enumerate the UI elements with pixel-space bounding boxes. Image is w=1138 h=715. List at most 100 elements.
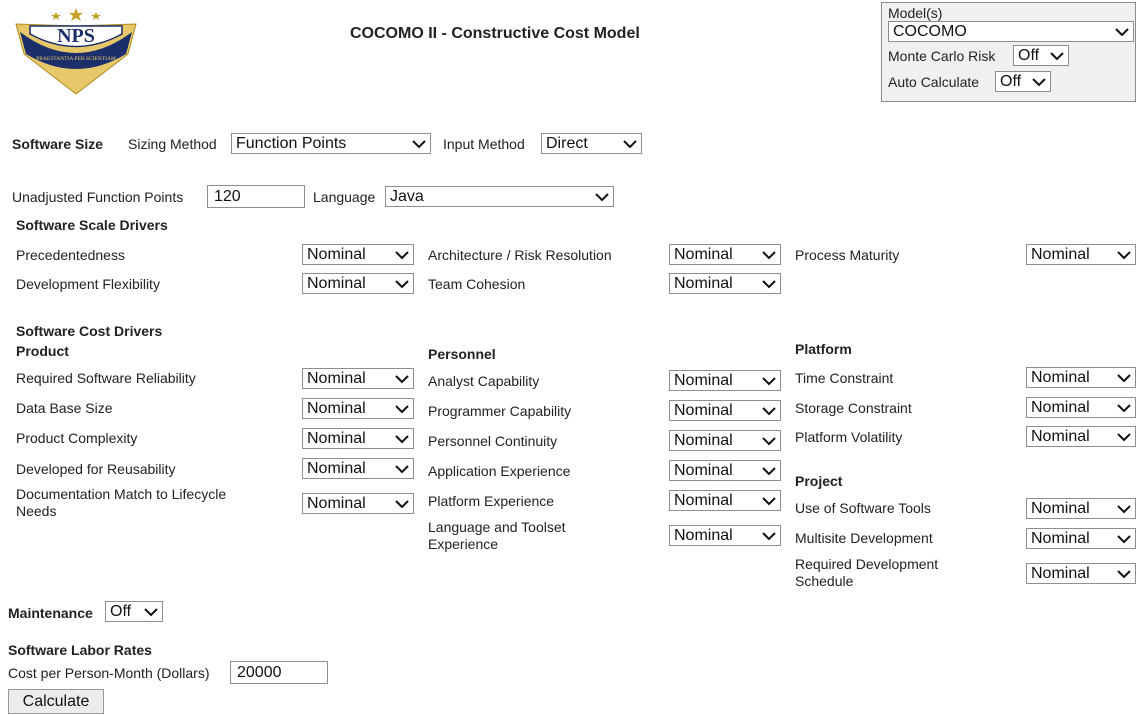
dev-flexibility-select[interactable]: Nominal <box>302 273 414 294</box>
docu-value: Nominal <box>307 495 366 512</box>
models-select[interactable]: COCOMO <box>888 21 1134 42</box>
sced-select[interactable]: Nominal <box>1026 563 1136 584</box>
precedentedness-select[interactable]: Nominal <box>302 244 414 265</box>
input-method-select[interactable]: Direct <box>541 133 642 154</box>
acap-value: Nominal <box>674 372 733 389</box>
apex-select[interactable]: Nominal <box>669 460 781 481</box>
acap-label: Analyst Capability <box>428 373 540 389</box>
language-value: Java <box>390 188 424 205</box>
process-maturity-select[interactable]: Nominal <box>1026 244 1136 265</box>
models-select-value: COCOMO <box>893 23 967 40</box>
pcon-select[interactable]: Nominal <box>669 430 781 451</box>
data-select[interactable]: Nominal <box>302 398 414 419</box>
process-maturity-label: Process Maturity <box>795 247 900 263</box>
ruse-label: Developed for Reusability <box>16 461 176 477</box>
chevron-down-icon <box>1117 374 1131 383</box>
chevron-down-icon <box>1032 78 1046 87</box>
chevron-down-icon <box>144 608 158 617</box>
maintenance-label: Maintenance <box>8 605 93 621</box>
chevron-down-icon <box>1117 251 1131 260</box>
stor-value: Nominal <box>1031 399 1090 416</box>
tool-select[interactable]: Nominal <box>1026 498 1136 519</box>
chevron-down-icon <box>762 377 776 386</box>
arch-risk-select[interactable]: Nominal <box>669 244 781 265</box>
model-options-panel: Model(s) COCOMO Monte Carlo Risk Off Aut… <box>881 2 1136 102</box>
site-value: Nominal <box>1031 530 1090 547</box>
chevron-down-icon <box>1117 535 1131 544</box>
models-label: Model(s) <box>888 5 943 21</box>
cost-per-pm-label: Cost per Person-Month (Dollars) <box>8 665 210 681</box>
cplx-select[interactable]: Nominal <box>302 428 414 449</box>
chevron-down-icon <box>762 251 776 260</box>
acap-select[interactable]: Nominal <box>669 370 781 391</box>
auto-calculate-value: Off <box>1000 73 1022 90</box>
site-label: Multisite Development <box>795 530 933 546</box>
chevron-down-icon <box>1050 52 1064 61</box>
chevron-down-icon <box>395 500 409 509</box>
page-title: COCOMO II - Constructive Cost Model <box>350 25 640 42</box>
cost-drivers-heading: Software Cost Drivers <box>16 323 163 339</box>
plex-select[interactable]: Nominal <box>669 490 781 511</box>
monte-carlo-select[interactable]: Off <box>1013 45 1069 66</box>
ruse-value: Nominal <box>307 460 366 477</box>
ufp-input[interactable]: 120 <box>207 185 305 208</box>
language-select[interactable]: Java <box>385 186 614 207</box>
team-cohesion-select[interactable]: Nominal <box>669 273 781 294</box>
process-maturity-value: Nominal <box>1031 246 1090 263</box>
monte-carlo-label: Monte Carlo Risk <box>888 48 996 64</box>
nps-logo: NPS PRAESTANTIA PER SCIENTIAM <box>6 4 146 100</box>
chevron-down-icon <box>395 405 409 414</box>
ltex-select[interactable]: Nominal <box>669 525 781 546</box>
chevron-down-icon <box>1117 570 1131 579</box>
pvol-select[interactable]: Nominal <box>1026 426 1136 447</box>
cplx-value: Nominal <box>307 430 366 447</box>
ltex-label: Language and Toolset Experience <box>428 519 566 552</box>
pcon-label: Personnel Continuity <box>428 433 558 449</box>
pcap-select[interactable]: Nominal <box>669 400 781 421</box>
maintenance-select[interactable]: Off <box>105 601 163 622</box>
rely-select[interactable]: Nominal <box>302 368 414 389</box>
stor-select[interactable]: Nominal <box>1026 397 1136 418</box>
rely-label: Required Software Reliability <box>16 370 196 386</box>
input-method-value: Direct <box>546 135 588 152</box>
cplx-label: Product Complexity <box>16 430 138 446</box>
apex-label: Application Experience <box>428 463 571 479</box>
stor-label: Storage Constraint <box>795 400 912 416</box>
pvol-value: Nominal <box>1031 428 1090 445</box>
chevron-down-icon <box>1117 505 1131 514</box>
apex-value: Nominal <box>674 462 733 479</box>
time-select[interactable]: Nominal <box>1026 367 1136 388</box>
ruse-select[interactable]: Nominal <box>302 458 414 479</box>
input-method-label: Input Method <box>443 136 525 152</box>
pcap-label: Programmer Capability <box>428 403 572 419</box>
chevron-down-icon <box>762 497 776 506</box>
arch-risk-label: Architecture / Risk Resolution <box>428 247 612 263</box>
cost-per-pm-input[interactable]: 20000 <box>230 661 328 684</box>
chevron-down-icon <box>395 251 409 260</box>
docu-select[interactable]: Nominal <box>302 493 414 514</box>
site-select[interactable]: Nominal <box>1026 528 1136 549</box>
arch-risk-value: Nominal <box>674 246 733 263</box>
auto-calculate-select[interactable]: Off <box>995 71 1051 92</box>
sced-value: Nominal <box>1031 565 1090 582</box>
monte-carlo-value: Off <box>1018 47 1040 64</box>
tool-label: Use of Software Tools <box>795 500 931 516</box>
pvol-label: Platform Volatility <box>795 429 903 445</box>
ufp-label: Unadjusted Function Points <box>12 189 184 205</box>
time-value: Nominal <box>1031 369 1090 386</box>
sced-label: Required Development Schedule <box>795 556 939 589</box>
calculate-button[interactable]: Calculate <box>8 689 104 714</box>
logo-motto: PRAESTANTIA PER SCIENTIAM <box>36 56 116 62</box>
chevron-down-icon <box>395 280 409 289</box>
chevron-down-icon <box>762 280 776 289</box>
chevron-down-icon <box>412 140 426 149</box>
project-heading: Project <box>795 473 843 489</box>
chevron-down-icon <box>1115 28 1129 37</box>
sizing-method-select[interactable]: Function Points <box>231 133 431 154</box>
dev-flexibility-label: Development Flexibility <box>16 276 160 292</box>
plex-value: Nominal <box>674 492 733 509</box>
chevron-down-icon <box>395 435 409 444</box>
docu-label: Documentation Match to Lifecycle Needs <box>16 486 227 519</box>
data-value: Nominal <box>307 400 366 417</box>
product-heading: Product <box>16 343 69 359</box>
